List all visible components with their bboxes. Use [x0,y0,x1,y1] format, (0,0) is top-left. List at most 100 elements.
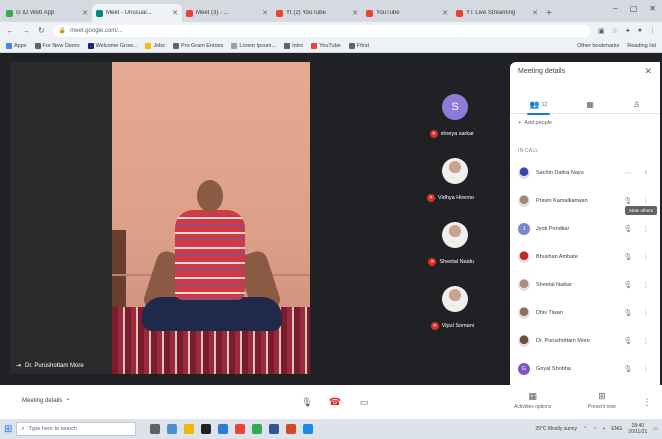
participant-row[interactable]: Sachin Dattra Nayu ⋯ ♮ [510,159,660,187]
participant-row[interactable]: Sheetal Naikar 🎙 ⋮ [510,271,660,299]
bookmark-folder[interactable]: Other bookmarks [577,43,619,49]
word-icon[interactable] [269,424,280,434]
more-vert-icon[interactable]: ⋮ [640,309,652,317]
close-icon[interactable]: ✕ [172,9,178,17]
bookmark-item[interactable]: Pro Gram Entries [172,42,223,49]
present-now-button[interactable]: ⊞ Present now [588,391,616,410]
bookmark-item[interactable]: For New Demo [34,42,80,49]
activities-options-button[interactable]: ▦ Activities options [514,391,551,410]
browser-tab[interactable]: Yt (2) YouTube ✕ [272,4,362,22]
participant-row[interactable]: Bhushan Ambate 🎙 ⋮ [510,243,660,271]
close-icon[interactable]: ✕ [352,9,358,17]
tab-people[interactable]: 👥 12 [526,100,550,115]
bookmark-item[interactable]: Intro [284,42,303,49]
close-icon[interactable]: ✕ [644,66,652,77]
more-vert-icon[interactable]: ⋮ [640,365,652,373]
extension-icon[interactable]: ✦ [625,27,631,35]
mic-off-icon[interactable]: 🎙 [622,197,634,205]
participant-tile[interactable]: ✕ Sheetal Naidu [404,218,474,280]
mic-button[interactable]: 🎙 [298,393,316,411]
browser-tab[interactable]: Meet - Unusual... ✕ [92,4,182,22]
powerpoint-icon[interactable] [286,424,297,434]
menu-icon[interactable]: ⋮ [649,27,656,35]
task-view-icon[interactable] [150,424,161,434]
meeting-details-button[interactable]: Meeting details ⌃ [22,398,70,405]
mic-off-icon[interactable]: 🎙 [622,365,634,373]
participant-row[interactable]: Dhiv Tiwari 🎙 ⋮ [510,299,660,327]
participant-tile[interactable]: ✕ Vipul Somani [404,282,474,344]
more-vert-icon[interactable]: ⋮ [640,281,652,289]
close-icon[interactable]: ✕ [532,9,538,17]
reload-icon[interactable]: ↻ [38,26,45,35]
bookmark-item[interactable]: Apps [6,42,27,49]
clock[interactable]: 18:40 20/11/21 [628,423,647,435]
bookmark-item[interactable]: Welcome Grow... [87,42,137,49]
app-green-icon[interactable] [252,424,263,434]
more-options-button[interactable]: ⋮ [638,393,656,411]
profile-icon[interactable]: ● [638,27,642,35]
participant-row[interactable]: J Jyoti Pendkar 🎙 ⋮ [510,215,660,243]
camera-button[interactable]: ▭ [355,393,373,411]
file-explorer-icon[interactable] [184,424,195,434]
close-icon[interactable]: ✕ [442,9,448,17]
participant-tile[interactable]: ✕ Vidhya Hiremo [404,154,474,216]
mic-off-icon[interactable]: 🎙 [622,309,634,317]
participant-row[interactable]: G Goyal Shobha 🎙 ⋮ [510,355,660,383]
lock-icon: 🔒 [58,28,67,34]
participant-tile[interactable]: S ✕ shreya sarkar [404,90,474,152]
new-tab-button[interactable]: + [542,8,556,22]
taskbar-search[interactable]: ⌕ Type here to search [16,422,137,436]
app-blue-icon[interactable] [303,424,314,434]
close-icon[interactable]: ✕ [649,4,656,13]
meeting-details-panel: Meeting details ✕ 👥 12 ▦ ♙ + Add people … [510,62,660,385]
bookmark-folder[interactable]: Reading list [627,43,656,49]
mic-off-icon[interactable]: 🎙 [622,281,634,289]
browser-tab[interactable]: YouTube ✕ [362,4,452,22]
browser-tab[interactable]: YT Live Streaming ✕ [452,4,542,22]
taskbar-search-placeholder: Type here to search [28,426,78,432]
close-icon[interactable]: ✕ [262,9,268,17]
omnibox[interactable]: 🔒 meet.google.com/... [52,24,590,37]
more-vert-icon[interactable]: ⋮ [640,337,652,345]
mail-icon[interactable] [218,424,229,434]
back-icon[interactable]: ← [6,26,14,35]
leave-call-button[interactable]: ☎ [326,393,344,411]
minimize-icon[interactable]: – [613,4,617,13]
edge-icon[interactable] [167,424,178,434]
more-vert-icon[interactable]: ⋮ [640,197,652,205]
more-vert-icon[interactable]: ⋮ [640,253,652,261]
windows-start-icon[interactable]: ⊞ [4,424,12,435]
tab-chat[interactable]: ▦ [586,100,594,109]
maximize-icon[interactable]: ▢ [630,4,638,13]
chrome-icon[interactable] [235,424,246,434]
weather-label[interactable]: 29°C Mostly sunny [535,426,577,432]
bookmark-item[interactable]: Jobs [145,42,165,49]
notification-icon[interactable]: ▭ [653,426,658,432]
panel-tabs: 👥 12 ▦ ♙ [510,96,660,115]
chevron-up-icon[interactable]: ⌃ [583,426,587,432]
browser-tab[interactable]: Meet (3) - ... ✕ [182,4,272,22]
camera-icon[interactable]: ▣ [598,27,605,35]
tab-activities[interactable]: ♙ [633,100,640,109]
forward-icon[interactable]: → [22,26,30,35]
add-people-button[interactable]: + Add people [518,120,552,126]
browser-tab[interactable]: G ID Web App ✕ [2,4,92,22]
language-label[interactable]: ENG [611,426,622,432]
bookmark-item[interactable]: YouTube [311,42,341,49]
mic-off-icon[interactable]: 🎙 [622,337,634,345]
star-icon[interactable]: ☆ [612,27,618,35]
avatar: J [518,223,530,235]
more-vert-icon[interactable]: ⋮ [640,225,652,233]
pin-icon[interactable]: ⋯ [622,169,634,177]
mic-off-icon[interactable]: 🎙 [622,253,634,261]
mic-off-icon[interactable]: 🎙 [622,225,634,233]
store-icon[interactable] [201,424,212,434]
bell-icon[interactable]: ♮ [640,169,652,177]
participant-row[interactable]: Dr. Purushottam More 🎙 ⋮ [510,327,660,355]
bookmark-item[interactable]: Lorem Ipsum... [231,42,276,49]
bookmark-item[interactable]: Ffirst [348,42,369,49]
close-icon[interactable]: ✕ [82,9,88,17]
volume-icon[interactable]: ◖ [602,426,605,432]
participant-row[interactable]: Pravin Kamalkanwan 🎙 ⋮ Mute others [510,187,660,215]
wifi-icon[interactable]: ◔ [593,426,596,432]
